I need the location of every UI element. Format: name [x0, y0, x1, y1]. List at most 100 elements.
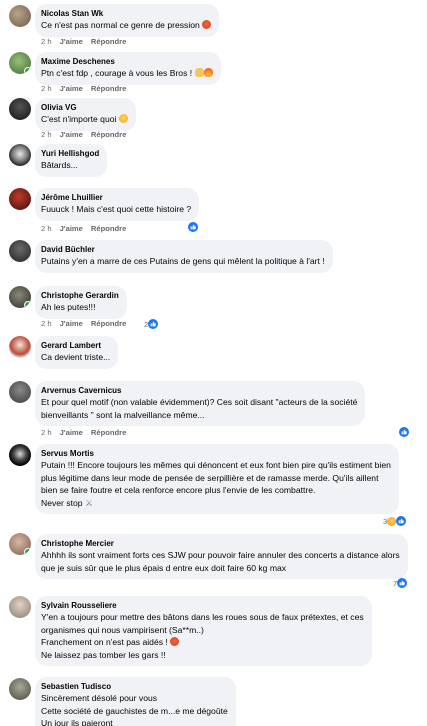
reaction-summary[interactable] [188, 221, 198, 233]
comment-time[interactable]: 2 h [41, 130, 52, 139]
avatar[interactable] [9, 52, 31, 74]
reaction-summary[interactable]: 3 [383, 515, 407, 527]
comment-actions: 2 h J'aime Répondre [41, 37, 134, 46]
smirk-face-emoji [118, 114, 128, 123]
comment-author[interactable]: Nicolas Stan Wk [41, 8, 211, 19]
comment-bubble: Yuri Hellishgod Bâtards... [35, 144, 108, 177]
comment-author[interactable]: Jérôme Lhuillier [41, 192, 191, 203]
comment-actions: 2 h J'aime Répondre [41, 130, 134, 139]
comment-bubble: Maxime Deschenes Ptn c'est fdp , courage… [35, 52, 221, 85]
comment-author[interactable]: Servus Mortis [41, 448, 391, 459]
comment: David Büchler Putains y'en a marre de ce… [0, 236, 427, 284]
comment-time[interactable]: 2 h [41, 319, 52, 328]
avatar[interactable] [9, 98, 31, 120]
reply-button[interactable]: Répondre [91, 37, 126, 46]
fire-emoji [203, 68, 213, 77]
avatar[interactable] [9, 286, 31, 308]
comment-bubble: Olivia VG C'est n'importe quoi [35, 98, 136, 131]
avatar[interactable] [9, 381, 31, 403]
folded-hands-emoji [194, 68, 204, 77]
reply-button[interactable]: Répondre [91, 428, 126, 437]
like-button[interactable]: J'aime [60, 84, 83, 93]
comment-time[interactable]: 2 h [41, 84, 52, 93]
like-button[interactable]: J'aime [60, 224, 83, 233]
comment: Gerard Lambert Ca devient triste... [0, 332, 427, 378]
comment-text: Et pour quel motif (non valable évidemme… [41, 397, 358, 420]
comment-author[interactable]: David Büchler [41, 244, 325, 255]
like-reaction-icon [188, 222, 198, 232]
comment-text: Ah les putes!!! [41, 302, 96, 312]
like-reaction-icon [397, 578, 408, 588]
comment-author[interactable]: Maxime Deschenes [41, 56, 213, 67]
online-status-dot [24, 67, 31, 74]
comment: Servus Mortis Putain !!! Encore toujours… [0, 440, 427, 528]
avatar[interactable] [9, 444, 31, 466]
comment-actions: 2 h J'aime Répondre [41, 428, 134, 437]
angry-face-emoji [170, 637, 180, 647]
comment: Sebastien Tudisco Sincèrement désolé pou… [0, 674, 427, 726]
comment: Nicolas Stan Wk Ce n'est pas normal ce g… [0, 0, 427, 48]
comment: Jérôme Lhuillier Fuuuck ! Mais c'est quo… [0, 184, 427, 238]
comment-author[interactable]: Christophe Gerardin [41, 290, 119, 301]
comment: Christophe Gerardin Ah les putes!!! 2 h J… [0, 282, 427, 332]
comment-bubble: Christophe Mercier Ahhhh ils sont vraime… [35, 534, 408, 580]
avatar[interactable] [9, 533, 31, 555]
online-status-dot [24, 301, 31, 308]
comment-text: Putains y'en a marre de ces Putains de g… [41, 256, 325, 266]
like-button[interactable]: J'aime [60, 428, 83, 437]
comment: Olivia VG C'est n'importe quoi 2 h J'aime… [0, 94, 427, 142]
crossed-swords-emoji: ⚔ [84, 497, 94, 508]
comment-author[interactable]: Christophe Mercier [41, 538, 400, 549]
comment-bubble: Christophe Gerardin Ah les putes!!! [35, 286, 127, 319]
avatar[interactable] [9, 678, 31, 700]
comment-author[interactable]: Arvernus Cavernicus [41, 385, 357, 396]
comment-text: Ce n'est pas normal ce genre de pression [41, 19, 212, 32]
reaction-summary[interactable]: 2 [144, 318, 159, 330]
comment-bubble: Nicolas Stan Wk Ce n'est pas normal ce g… [35, 4, 220, 37]
avatar[interactable] [9, 144, 31, 166]
like-button[interactable]: J'aime [60, 130, 83, 139]
like-reaction-icon [396, 516, 407, 526]
laugh-reaction-icon [387, 516, 397, 526]
avatar[interactable] [9, 5, 31, 27]
reply-button[interactable]: Répondre [91, 224, 126, 233]
comment: Sylvain Rousseliere Y'en a toujours pour… [0, 592, 427, 672]
comment-author[interactable]: Gerard Lambert [41, 340, 110, 351]
avatar[interactable] [9, 240, 31, 262]
comment-actions: 2 h J'aime Répondre [41, 224, 134, 233]
reply-button[interactable]: Répondre [91, 319, 126, 328]
comment-author[interactable]: Olivia VG [41, 102, 128, 113]
avatar[interactable] [9, 336, 31, 358]
comment-text: Sincèrement désolé pour vous Cette sociét… [41, 693, 228, 726]
comment-time[interactable]: 2 h [41, 428, 52, 437]
comment-bubble: Servus Mortis Putain !!! Encore toujours… [35, 444, 399, 515]
comment-bubble: Jérôme Lhuillier Fuuuck ! Mais c'est quo… [35, 188, 200, 221]
comment-text: Y'en a toujours pour mettre des bâtons d… [41, 612, 364, 660]
comment-time[interactable]: 2 h [41, 37, 52, 46]
comment-text: Ptn c'est fdp , courage à vous les Bros … [41, 67, 213, 80]
comment-author[interactable]: Sylvain Rousseliere [41, 600, 364, 611]
reaction-summary[interactable]: 7 [393, 577, 408, 589]
comment-bubble: Gerard Lambert Ca devient triste... [35, 336, 119, 369]
avatar[interactable] [9, 596, 31, 618]
like-button[interactable]: J'aime [60, 37, 83, 46]
comment: Arvernus Cavernicus Et pour quel motif (… [0, 377, 427, 439]
reaction-summary[interactable] [399, 426, 409, 438]
comment-bubble: David Büchler Putains y'en a marre de ce… [35, 240, 333, 273]
comment-text: Putain !!! Encore toujours les mêmes qui… [41, 460, 391, 508]
comment-author[interactable]: Yuri Hellishgod [41, 148, 99, 159]
comment: Yuri Hellishgod Bâtards... [0, 140, 427, 188]
comment: Maxime Deschenes Ptn c'est fdp , courage… [0, 48, 427, 96]
comment-text: Ahhhh ils sont vraiment forts ces SJW po… [41, 550, 400, 573]
like-button[interactable]: J'aime [60, 319, 83, 328]
comment-bubble: Sebastien Tudisco Sincèrement désolé pou… [35, 677, 236, 726]
like-reaction-icon [148, 319, 159, 329]
reply-button[interactable]: Répondre [91, 130, 126, 139]
comment-actions: 2 h J'aime Répondre [41, 84, 134, 93]
comment-time[interactable]: 2 h [41, 224, 52, 233]
comment-author[interactable]: Sebastien Tudisco [41, 681, 228, 692]
avatar[interactable] [9, 188, 31, 210]
comment-text: C'est n'importe quoi [41, 113, 128, 126]
reply-button[interactable]: Répondre [91, 84, 126, 93]
comment: Christophe Mercier Ahhhh ils sont vraime… [0, 530, 427, 592]
